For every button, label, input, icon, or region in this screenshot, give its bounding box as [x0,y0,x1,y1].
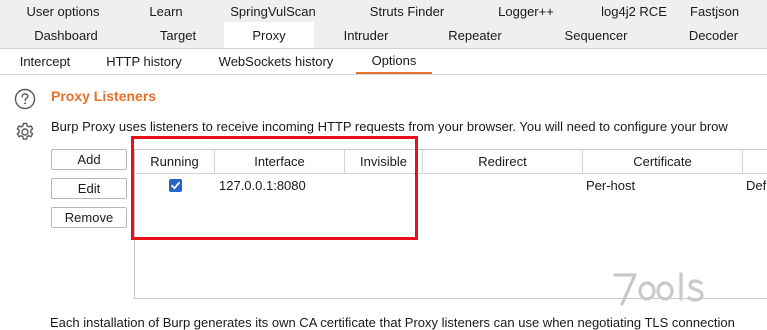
column-header-redirect[interactable]: Redirect [423,150,583,174]
running-cell[interactable] [169,175,182,195]
tab-intercept[interactable]: Intercept [8,49,82,74]
section-description: Burp Proxy uses listeners to receive inc… [51,119,728,134]
tab-intruder[interactable]: Intruder [314,22,418,48]
remove-button[interactable]: Remove [51,207,127,228]
tab-decoder[interactable]: Decoder [660,22,767,48]
extension-tab-bar: User options Learn SpringVulScan Struts … [0,0,767,22]
tab-proxy[interactable]: Proxy [224,22,314,48]
tab-user-options[interactable]: User options [0,0,126,22]
column-header-extra[interactable] [743,150,767,174]
tab-sequencer[interactable]: Sequencer [532,22,660,48]
column-header-certificate[interactable]: Certificate [583,150,743,174]
interface-cell: 127.0.0.1:8080 [219,177,306,193]
tab-struts-finder[interactable]: Struts Finder [340,0,474,22]
column-header-running[interactable]: Running [135,150,215,174]
column-header-invisible[interactable]: Invisible [345,150,423,174]
tab-springvulscan[interactable]: SpringVulScan [206,0,340,22]
running-checkbox[interactable] [169,178,182,192]
tab-fastjson[interactable]: Fastjson [690,0,767,22]
gear-icon[interactable] [14,121,36,143]
column-header-interface[interactable]: Interface [215,150,345,174]
tab-http-history[interactable]: HTTP history [96,49,192,74]
extra-cell: Def [746,177,767,193]
tab-dashboard[interactable]: Dashboard [0,22,132,48]
tab-options[interactable]: Options [356,49,432,74]
edit-button[interactable]: Edit [51,178,127,199]
7ools-watermark [613,272,704,306]
help-circle-icon[interactable] [14,88,36,110]
checkmark-icon [171,181,180,189]
tab-target[interactable]: Target [132,22,224,48]
section-title: Proxy Listeners [51,88,157,104]
certificate-cell: Per-host [586,177,636,193]
tab-learn[interactable]: Learn [126,0,206,22]
proxy-sub-tab-bar: Intercept HTTP history WebSockets histor… [0,49,767,75]
tab-websockets-history[interactable]: WebSockets history [206,49,346,74]
add-button[interactable]: Add [51,149,127,170]
tab-logger[interactable]: Logger++ [474,0,578,22]
main-tab-bar: Dashboard Target Proxy Intruder Repeater… [0,22,767,49]
tab-log4j2-rce[interactable]: log4j2 RCE [578,0,690,22]
tab-repeater[interactable]: Repeater [418,22,532,48]
footer-description: Each installation of Burp generates its … [50,315,735,330]
